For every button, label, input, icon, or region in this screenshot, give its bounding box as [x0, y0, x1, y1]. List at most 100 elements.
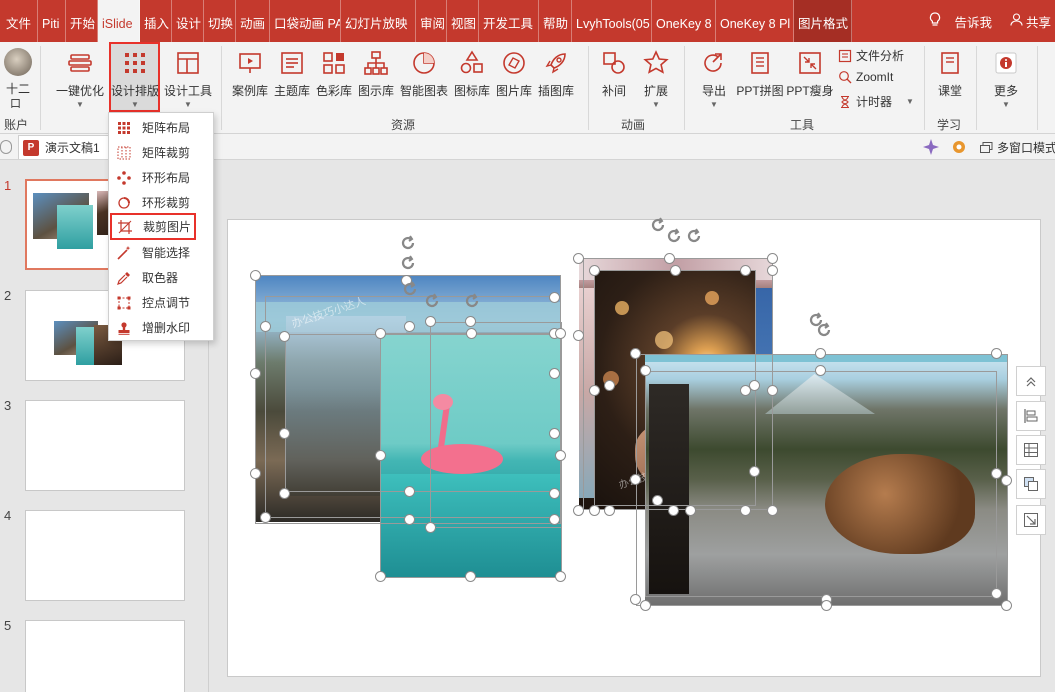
resize-handle[interactable] [375, 571, 386, 582]
one-click-optimize-button[interactable]: 一键优化 ▼ [54, 48, 106, 109]
tab-piti[interactable]: Piti [38, 0, 66, 42]
menu-item-crop-image[interactable]: 裁剪图片 [110, 213, 196, 240]
design-tools-button[interactable]: 设计工具 ▼ [162, 48, 214, 109]
grid-layout-button[interactable] [1016, 435, 1046, 465]
case-library-button[interactable]: 案例库 [230, 48, 270, 99]
resize-handle[interactable] [425, 522, 436, 533]
slide-thumbnail-5[interactable] [25, 620, 185, 692]
ppt-slim-button[interactable]: PPT瘦身 [786, 48, 834, 99]
diagram-library-button[interactable]: 图示库 [356, 48, 396, 99]
image-library-button[interactable]: 图片库 [494, 48, 534, 99]
resize-handle[interactable] [664, 253, 675, 264]
rotate-handle-icon[interactable] [684, 226, 704, 246]
resize-handle[interactable] [589, 385, 600, 396]
tab-islide[interactable]: iSlide [98, 0, 140, 42]
tab-transitions[interactable]: 切换 [204, 0, 236, 42]
menu-item-watermark[interactable]: 增删水印 [109, 315, 213, 340]
resize-handle[interactable] [767, 505, 778, 516]
export-button[interactable]: 导出 ▼ [696, 48, 732, 109]
resize-handle[interactable] [749, 380, 760, 391]
document-tab[interactable]: P 演示文稿1 [18, 135, 110, 159]
resize-handle[interactable] [279, 488, 290, 499]
resize-handle[interactable] [555, 328, 566, 339]
resize-handle[interactable] [589, 265, 600, 276]
resize-handle[interactable] [740, 505, 751, 516]
smart-chart-button[interactable]: 智能图表 [398, 48, 450, 99]
resize-handle[interactable] [425, 316, 436, 327]
resize-handle[interactable] [815, 365, 826, 376]
rotate-handle-icon[interactable] [398, 233, 418, 253]
resize-handle[interactable] [555, 571, 566, 582]
resize-handle[interactable] [573, 253, 584, 264]
extend-button[interactable]: 扩展 ▼ [638, 48, 674, 109]
file-analysis-button[interactable]: 文件分析 [838, 47, 904, 64]
zoomit-button[interactable]: ZoomIt [838, 70, 893, 84]
gear-icon[interactable] [950, 138, 968, 156]
layer-button[interactable] [1016, 469, 1046, 499]
tab-file[interactable]: 文件 [0, 0, 38, 42]
resize-handle[interactable] [465, 571, 476, 582]
resize-handle[interactable] [821, 600, 832, 611]
tab-picture-format[interactable]: 图片格式 [794, 0, 852, 42]
tab-back-icon[interactable] [0, 140, 12, 154]
rotate-handle-icon[interactable] [814, 320, 834, 340]
rotate-handle-icon[interactable] [422, 291, 442, 311]
resize-handle[interactable] [630, 348, 641, 359]
resize-handle[interactable] [250, 468, 261, 479]
resize-handle[interactable] [640, 365, 651, 376]
tab-insert[interactable]: 插入 [140, 0, 172, 42]
resize-handle[interactable] [604, 380, 615, 391]
resize-handle[interactable] [404, 321, 415, 332]
tab-review[interactable]: 审阅 [416, 0, 447, 42]
resize-handle[interactable] [630, 474, 641, 485]
tab-developer[interactable]: 开发工具 [479, 0, 539, 42]
tab-onekey8-plus[interactable]: OneKey 8 Pl [716, 0, 794, 42]
resize-handle[interactable] [260, 321, 271, 332]
slide-thumbnail-4[interactable] [25, 510, 185, 601]
resize-handle[interactable] [250, 368, 261, 379]
theme-library-button[interactable]: 主题库 [272, 48, 312, 99]
menu-item-control-points[interactable]: 控点调节 [109, 290, 213, 315]
menu-item-color-picker[interactable]: 取色器 [109, 265, 213, 290]
resize-handle[interactable] [404, 514, 415, 525]
share-button[interactable]: 共享 [1026, 12, 1055, 31]
tab-lvyhtools[interactable]: LvyhTools(05 [572, 0, 652, 42]
resize-handle[interactable] [991, 468, 1002, 479]
resize-handle[interactable] [375, 328, 386, 339]
multi-window-button[interactable]: 多窗口模式 [980, 139, 1055, 156]
resize-handle[interactable] [549, 428, 560, 439]
tab-view[interactable]: 视图 [447, 0, 479, 42]
slide-thumbnail-3[interactable] [25, 400, 185, 491]
resize-handle[interactable] [465, 316, 476, 327]
resize-handle[interactable] [767, 253, 778, 264]
tab-onekey8[interactable]: OneKey 8 [652, 0, 716, 42]
tab-design[interactable]: 设计 [172, 0, 204, 42]
illustration-library-button[interactable]: 插图库 [536, 48, 576, 99]
rotate-handle-icon[interactable] [462, 291, 482, 311]
rotate-handle-icon[interactable] [398, 253, 418, 273]
resize-handle[interactable] [573, 505, 584, 516]
resize-handle[interactable] [767, 385, 778, 396]
align-button[interactable] [1016, 401, 1046, 431]
tab-slideshow[interactable]: 幻灯片放映 [341, 0, 416, 42]
resize-handle[interactable] [279, 428, 290, 439]
resize-handle[interactable] [670, 265, 681, 276]
more-button[interactable]: 更多 ▼ [986, 48, 1026, 109]
resize-handle[interactable] [815, 348, 826, 359]
resize-button[interactable] [1016, 505, 1046, 535]
classroom-button[interactable]: 课堂 [932, 48, 968, 99]
resize-handle[interactable] [740, 265, 751, 276]
resize-handle[interactable] [279, 331, 290, 342]
rotate-handle-icon[interactable] [400, 279, 420, 299]
resize-handle[interactable] [466, 328, 477, 339]
resize-handle[interactable] [604, 505, 615, 516]
resize-handle[interactable] [250, 270, 261, 281]
resize-handle[interactable] [549, 368, 560, 379]
resize-handle[interactable] [991, 588, 1002, 599]
resize-handle[interactable] [991, 348, 1002, 359]
resize-handle[interactable] [549, 514, 560, 525]
resize-handle[interactable] [685, 505, 696, 516]
sparkle-icon[interactable] [922, 138, 940, 156]
tab-help[interactable]: 帮助 [539, 0, 572, 42]
ppt-collage-button[interactable]: PPT拼图 [736, 48, 784, 99]
